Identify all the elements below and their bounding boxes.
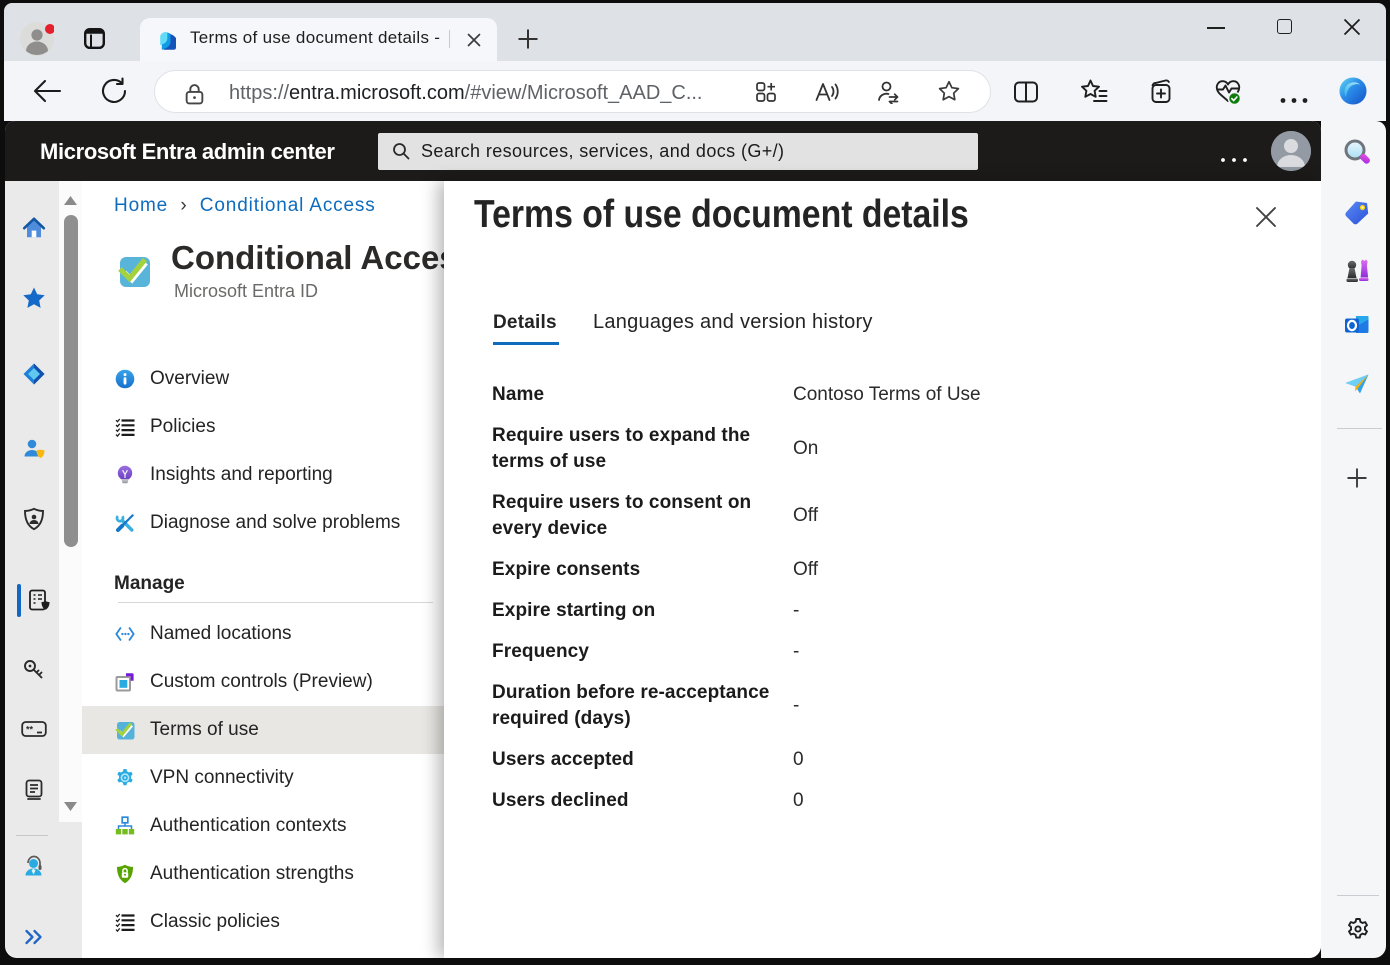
- svg-text:**: **: [26, 725, 34, 735]
